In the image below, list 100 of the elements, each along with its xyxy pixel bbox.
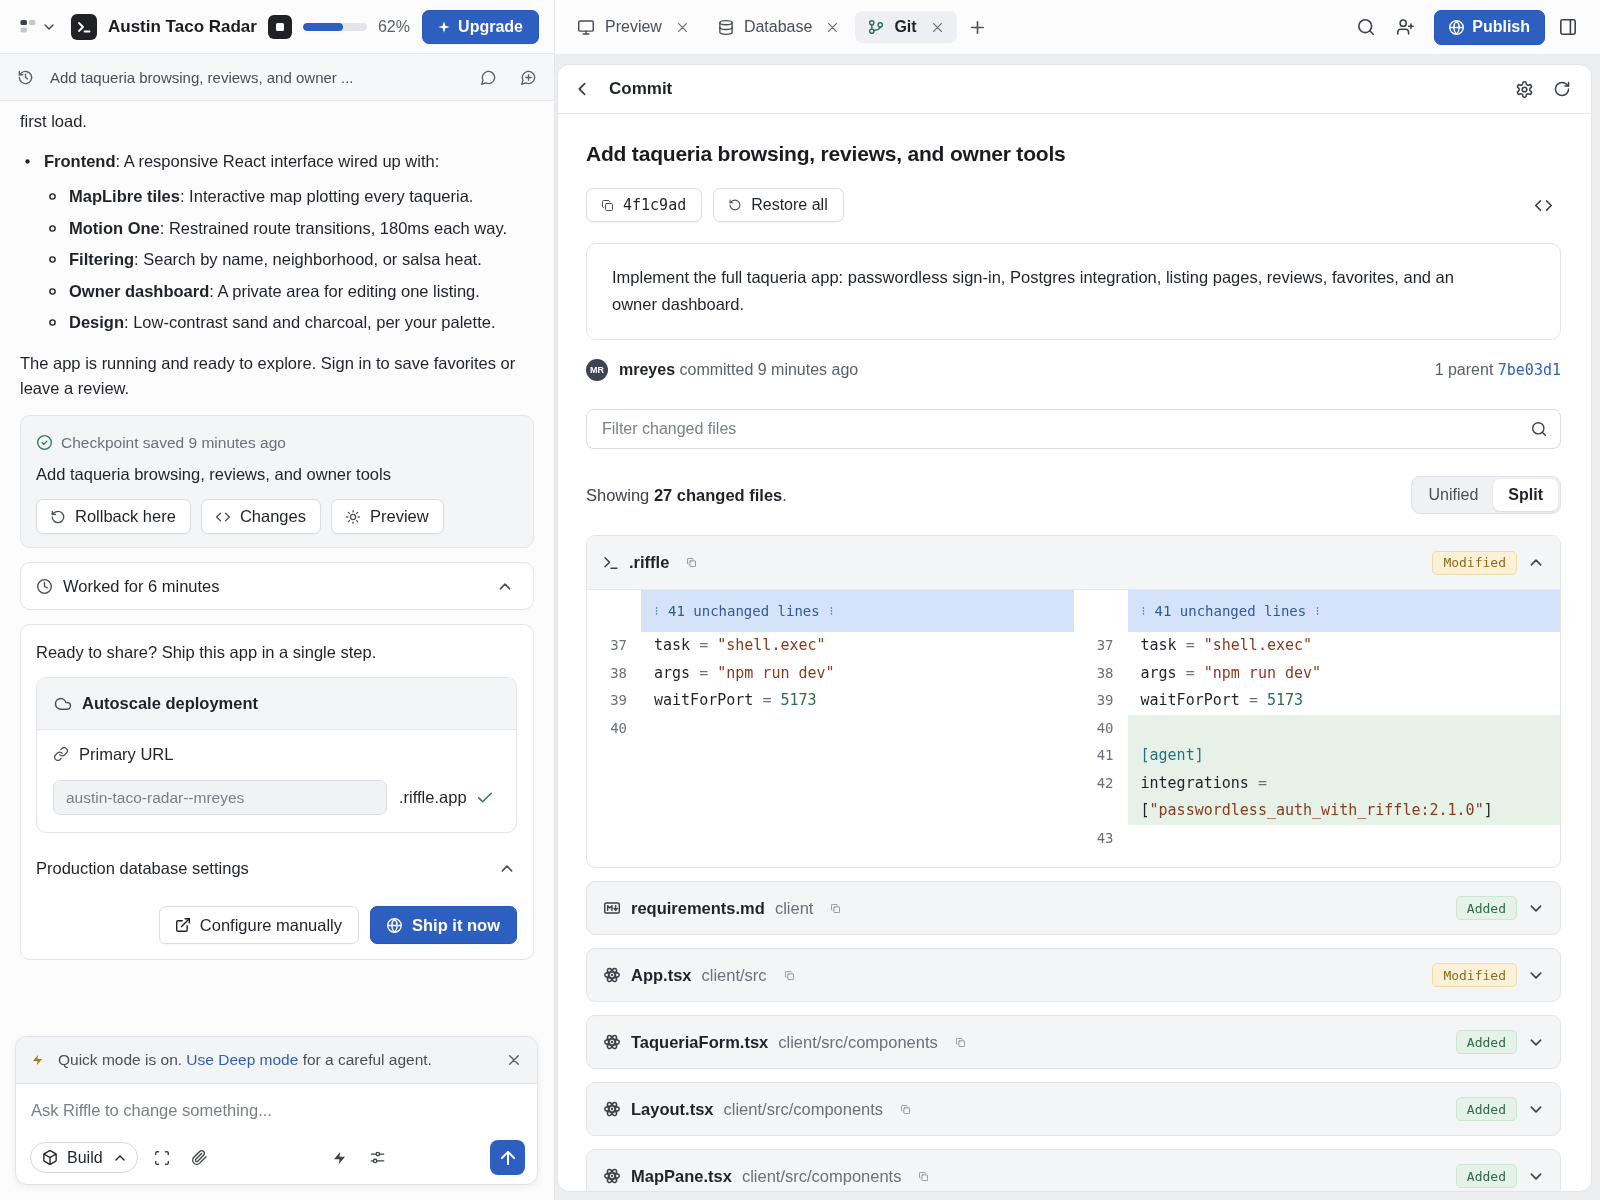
paperclip-icon[interactable] [191, 1150, 207, 1165]
file-path: client/src/components [778, 1032, 938, 1052]
restore-button[interactable]: Restore all [713, 188, 844, 222]
chevron-up-icon[interactable] [1530, 559, 1542, 566]
lightning-icon[interactable] [333, 1150, 345, 1165]
file-card[interactable]: TaqueriaForm.tsx client/src/components Added [586, 1015, 1561, 1069]
add-user-icon[interactable] [1397, 19, 1415, 35]
line-number: 38 [1095, 663, 1115, 683]
plus-icon[interactable] [970, 20, 984, 34]
close-icon[interactable] [932, 22, 942, 32]
publish-button[interactable]: Publish [1434, 9, 1545, 45]
link-icon [54, 747, 68, 761]
atom-icon [604, 967, 620, 983]
checkpoint-action-button[interactable]: Preview [330, 499, 444, 534]
file-card[interactable]: Layout.tsx client/src/components Added [586, 1082, 1561, 1136]
side-panel-icon[interactable] [1560, 19, 1576, 35]
line-number: 39 [609, 691, 628, 710]
file-name: .riffle [629, 553, 670, 572]
author-line: mreyes committed 9 minutes ago [619, 361, 859, 379]
rotate-icon [729, 199, 742, 211]
close-icon[interactable] [677, 22, 687, 32]
ship-button[interactable]: Ship it now [370, 906, 517, 944]
work-summary-bar[interactable]: Worked for 6 minutes [20, 562, 534, 610]
parent-info: 1 parent 7be03d1 [1434, 361, 1561, 379]
rotate-icon [51, 509, 65, 524]
deploy-prompt: Ready to share? Ship this app in a single step. [36, 642, 378, 662]
line-number: 40 [1095, 718, 1115, 738]
list-item: Motion One: Restrained route transitions, 180ms each way. [69, 217, 508, 239]
layout-icon[interactable] [20, 20, 36, 33]
parent-commit-link[interactable]: 7be03d1 [1497, 361, 1561, 379]
code-line: args = "npm run dev" [1139, 662, 1323, 684]
subdomain-field[interactable]: austin-taco-radar--mreyes [53, 780, 387, 815]
terminal-icon [604, 556, 618, 569]
code-icon [215, 509, 230, 524]
checkpoint-action-button[interactable]: Changes [200, 499, 321, 534]
file-name: MapPane.tsx [631, 1166, 732, 1186]
chevron-down-icon[interactable] [1530, 971, 1542, 979]
chevron-down-icon[interactable] [1530, 1105, 1542, 1113]
view-mode-option[interactable]: Unified [1413, 479, 1494, 511]
user-avatar: MR [586, 359, 608, 381]
check-circle-icon [37, 434, 52, 450]
settings-icon[interactable] [1516, 80, 1533, 98]
file-path: client/src/components [723, 1099, 884, 1119]
vertical-dots-icon [655, 606, 658, 616]
message-text: first load. [20, 111, 88, 132]
atom-icon [604, 1168, 620, 1184]
commit-message: Implement the full taqueria app: passwordless sign-in, Postgres integration, listing pages, reviews, favorites, and an owner dashboard. [586, 243, 1561, 340]
line-number: 39 [1095, 691, 1115, 710]
chevron-down-icon[interactable] [1530, 904, 1542, 912]
checkpoint-action-button[interactable]: Rollback here [36, 499, 191, 534]
fullscreen-icon[interactable] [154, 1150, 169, 1165]
chevron-down-icon[interactable] [1530, 1172, 1542, 1180]
close-icon[interactable] [828, 22, 838, 32]
copy-icon [602, 199, 613, 211]
file-card[interactable]: requirements.md client Added [586, 881, 1561, 935]
send-button[interactable] [490, 1140, 525, 1175]
history-icon [18, 69, 33, 85]
cube-icon [43, 1150, 57, 1165]
app-title: Austin Taco Radar [108, 16, 257, 37]
view-mode-option[interactable]: Split [1493, 479, 1558, 511]
search-icon[interactable] [1358, 19, 1375, 35]
deep-mode-link[interactable]: Use Deep mode [186, 1051, 299, 1068]
code-line: task = "shell.exec" [653, 635, 827, 656]
url-label: Primary URL [79, 743, 174, 765]
configure-button[interactable]: Configure manually [158, 906, 359, 944]
line-number: 42 [1095, 773, 1115, 793]
sliders-icon[interactable] [369, 1151, 385, 1164]
close-icon[interactable] [509, 1055, 519, 1065]
collapsed-lines-bar[interactable]: 41 unchanged lines [641, 590, 1074, 632]
copy-hash-button[interactable]: 4f1c9ad [586, 188, 703, 222]
chevron-up-icon[interactable] [501, 864, 513, 872]
stop-button[interactable] [267, 14, 292, 39]
chevron-down-icon[interactable] [44, 23, 54, 30]
back-icon[interactable] [578, 82, 586, 96]
collapsed-lines-bar[interactable]: 41 unchanged lines [1127, 590, 1560, 632]
globe-icon [387, 917, 402, 933]
file-header[interactable]: .riffle Modified [587, 536, 1560, 590]
clock-icon [37, 578, 52, 594]
upgrade-button[interactable]: Upgrade [422, 9, 539, 44]
markdown-icon [604, 902, 620, 914]
file-card[interactable]: App.tsx client/src Modified [586, 948, 1561, 1002]
tab[interactable]: Database [704, 11, 853, 43]
atom-icon [604, 1101, 620, 1117]
deployment-title: Autoscale deployment [82, 693, 259, 714]
message-input[interactable]: Ask Riffle to change something... [29, 1097, 525, 1123]
code-line: task = "shell.exec" [1139, 635, 1314, 656]
new-chat-icon[interactable] [521, 69, 536, 85]
filter-field[interactable]: Filter changed files [586, 409, 1561, 449]
chevron-down-icon[interactable] [1530, 1038, 1542, 1046]
mode-button[interactable]: Build [30, 1142, 138, 1173]
refresh-icon[interactable] [1554, 81, 1570, 97]
code-icon[interactable] [1535, 199, 1552, 211]
tab[interactable]: Git [855, 11, 957, 43]
line-number: 37 [609, 636, 628, 655]
arrow-up-icon [500, 1150, 515, 1165]
vertical-dots-icon [1141, 606, 1145, 616]
commit-title: Add taqueria browsing, reviews, and owner tools [586, 141, 1067, 167]
chat-bubble-icon[interactable] [481, 69, 496, 85]
file-card[interactable]: MapPane.tsx client/src/components Added [586, 1149, 1561, 1191]
tab[interactable]: Preview [564, 11, 702, 43]
